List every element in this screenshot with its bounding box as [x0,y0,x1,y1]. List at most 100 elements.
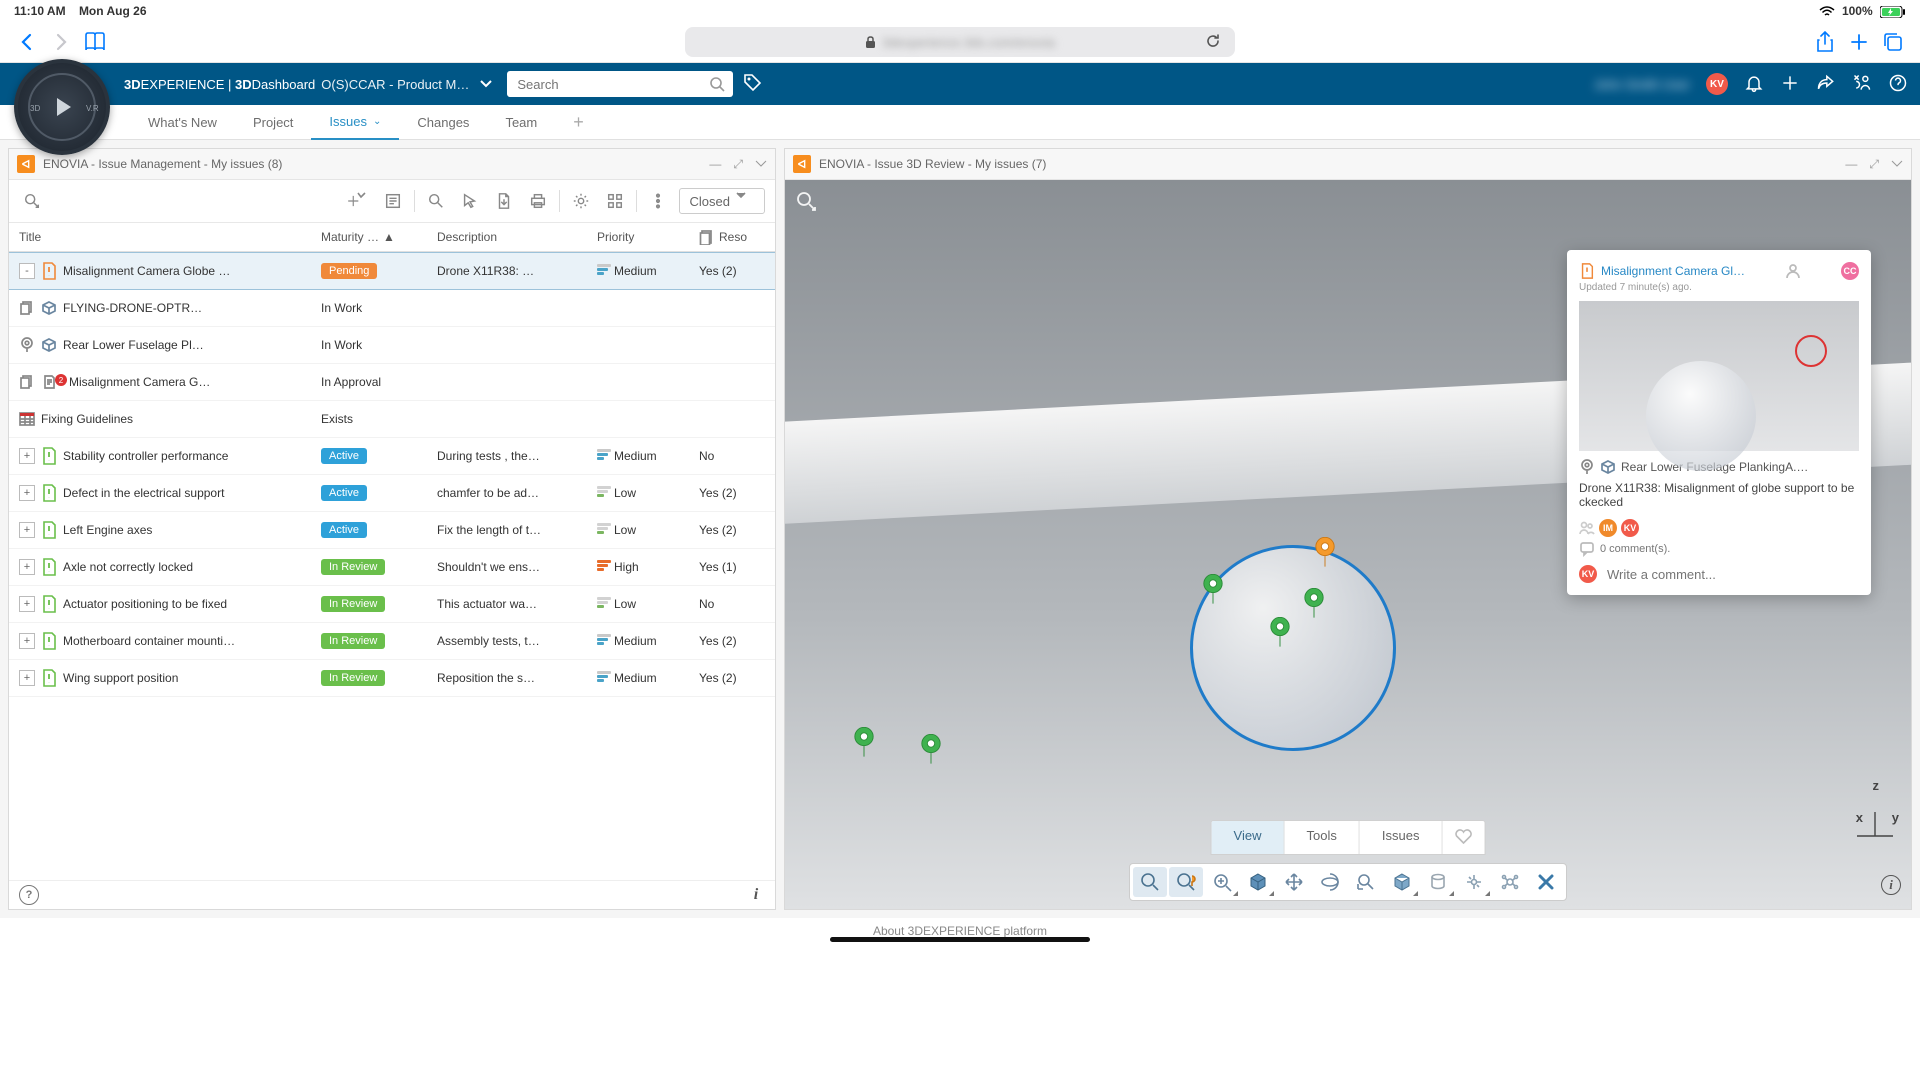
browser-share-button[interactable] [1808,27,1842,57]
issue-row[interactable]: +Axle not correctly locked In Review Sho… [9,549,775,586]
issue-child-row[interactable]: 2Misalignment Camera G… In Approval [9,364,775,401]
panel-expand-icon[interactable]: ⤢ [733,157,743,172]
grid-view-icon[interactable] [602,188,628,214]
issue-row[interactable]: +Defect in the electrical support Active… [9,475,775,512]
browser-newtab-button[interactable] [1842,27,1876,57]
tag-icon[interactable] [743,73,763,96]
issue-row[interactable]: +Motherboard container mounti… In Review… [9,623,775,660]
view-tab-tools[interactable]: Tools [1285,821,1360,854]
browser-forward-button[interactable] [44,27,78,57]
expander-icon[interactable]: - [19,263,35,279]
contacts-icon[interactable] [1852,73,1872,96]
col-resolution[interactable]: Reso [693,229,775,245]
issue-row[interactable]: +Stability controller performance Active… [9,438,775,475]
browser-url-bar[interactable]: 3dexperience.3ds.com/enovia [685,27,1235,57]
card-comments: 0 comment(s). [1579,541,1859,557]
comment-input[interactable] [1605,566,1859,583]
header-search[interactable] [507,71,733,97]
viewport-info-icon[interactable]: i [1881,875,1901,895]
breadcrumb[interactable]: O(S)CCAR - Product M… [321,77,469,92]
issue-management-panel: ᐊ ENOVIA - Issue Management - My issues … [8,148,776,910]
add-icon[interactable] [1780,73,1800,96]
tool-pick[interactable] [1457,867,1491,897]
col-priority[interactable]: Priority [591,230,693,244]
tool-explode[interactable] [1493,867,1527,897]
issue-child-row[interactable]: FLYING-DRONE-OPTR… In Work [9,290,775,327]
properties-icon[interactable] [380,188,406,214]
find-icon[interactable] [423,188,449,214]
panel-expand-icon[interactable]: ⤢ [1869,157,1879,172]
browser-reload-button[interactable] [1205,33,1227,52]
panel-minimize-icon[interactable]: — [1845,157,1857,172]
nav-tab-issues[interactable]: Issues⌄ [311,104,399,140]
issue-child-row[interactable]: Fixing Guidelines Exists [9,401,775,438]
col-title[interactable]: Title [9,230,315,244]
browser-reader-button[interactable] [78,27,112,57]
issue-row[interactable]: +Wing support position In Review Reposit… [9,660,775,697]
expander-icon[interactable]: + [19,522,35,538]
ds-logo-icon: ᐊ [17,155,35,173]
select-icon[interactable] [457,188,483,214]
nav-tab-changes[interactable]: Changes [399,105,487,139]
settings-icon[interactable] [568,188,594,214]
expander-icon[interactable]: + [19,485,35,501]
nav-tab-what-s-new[interactable]: What's New [130,105,235,139]
col-maturity[interactable]: Maturity … ▲ [315,230,431,244]
panel-menu-icon[interactable] [755,157,767,172]
expander-icon[interactable]: + [19,596,35,612]
share-forward-icon[interactable] [1816,73,1836,96]
tool-rotate[interactable] [1313,867,1347,897]
notification-icon[interactable] [1744,73,1764,96]
expander-icon[interactable]: + [19,559,35,575]
favorite-icon[interactable] [1442,821,1484,854]
card-thumbnail[interactable] [1579,301,1859,451]
tool-zoom-fit[interactable] [1133,867,1167,897]
view-tab-view[interactable]: View [1212,821,1285,854]
card-title[interactable]: Misalignment Camera Gl… [1601,264,1745,278]
browser-back-button[interactable] [10,27,44,57]
nav-tab-project[interactable]: Project [235,105,311,139]
tool-zoom-pin[interactable] [1169,867,1203,897]
nav-tab-add[interactable]: + [555,105,602,139]
tool-close[interactable] [1529,867,1563,897]
col-description[interactable]: Description [431,230,591,244]
tool-isometric[interactable] [1385,867,1419,897]
tool-zoom-area[interactable] [1205,867,1239,897]
user-avatar[interactable]: KV [1706,73,1728,95]
export-icon[interactable] [491,188,517,214]
viewport-search-icon[interactable] [795,190,817,215]
issue-child-row[interactable]: Rear Lower Fuselage Pl… In Work [9,327,775,364]
more-icon[interactable] [645,188,671,214]
help-footer-icon[interactable]: ? [19,885,39,905]
issue-row[interactable]: +Left Engine axes Active Fix the length … [9,512,775,549]
browser-tabs-button[interactable] [1876,27,1910,57]
expander-icon[interactable]: + [19,633,35,649]
issue-row[interactable]: +Actuator positioning to be fixed In Rev… [9,586,775,623]
panel-title: ENOVIA - Issue 3D Review - My issues (7) [819,157,1046,171]
header-search-input[interactable] [515,76,709,93]
user-icon [1785,263,1801,279]
compass-button[interactable]: 3DV.R [14,59,110,155]
explore-icon[interactable] [19,188,45,214]
view-tab-issues[interactable]: Issues [1360,821,1443,854]
nav-tab-team[interactable]: Team [487,105,555,139]
filter-dropdown[interactable]: Closed [679,188,765,214]
help-icon[interactable] [1888,73,1908,96]
tool-cube-view[interactable] [1241,867,1275,897]
print-icon[interactable] [525,188,551,214]
issue-row[interactable]: -Misalignment Camera Globe … Pending Dro… [9,252,775,290]
tool-move[interactable] [1277,867,1311,897]
3d-viewport[interactable]: Misalignment Camera Gl… CC Updated 7 min… [785,180,1911,909]
about-link[interactable]: About 3DEXPERIENCE platform [873,924,1047,938]
status-time: 11:10 AM [14,4,66,18]
tool-zoom-window[interactable] [1349,867,1383,897]
expander-icon[interactable]: + [19,670,35,686]
panel-menu-icon[interactable] [1891,157,1903,172]
info-footer-icon[interactable]: i [747,886,765,904]
tool-section[interactable] [1421,867,1455,897]
add-new-button[interactable] [346,188,372,214]
browser-chrome: 3dexperience.3ds.com/enovia [0,22,1920,63]
breadcrumb-chevron-icon[interactable] [479,77,493,92]
expander-icon[interactable]: + [19,448,35,464]
panel-minimize-icon[interactable]: — [709,157,721,172]
